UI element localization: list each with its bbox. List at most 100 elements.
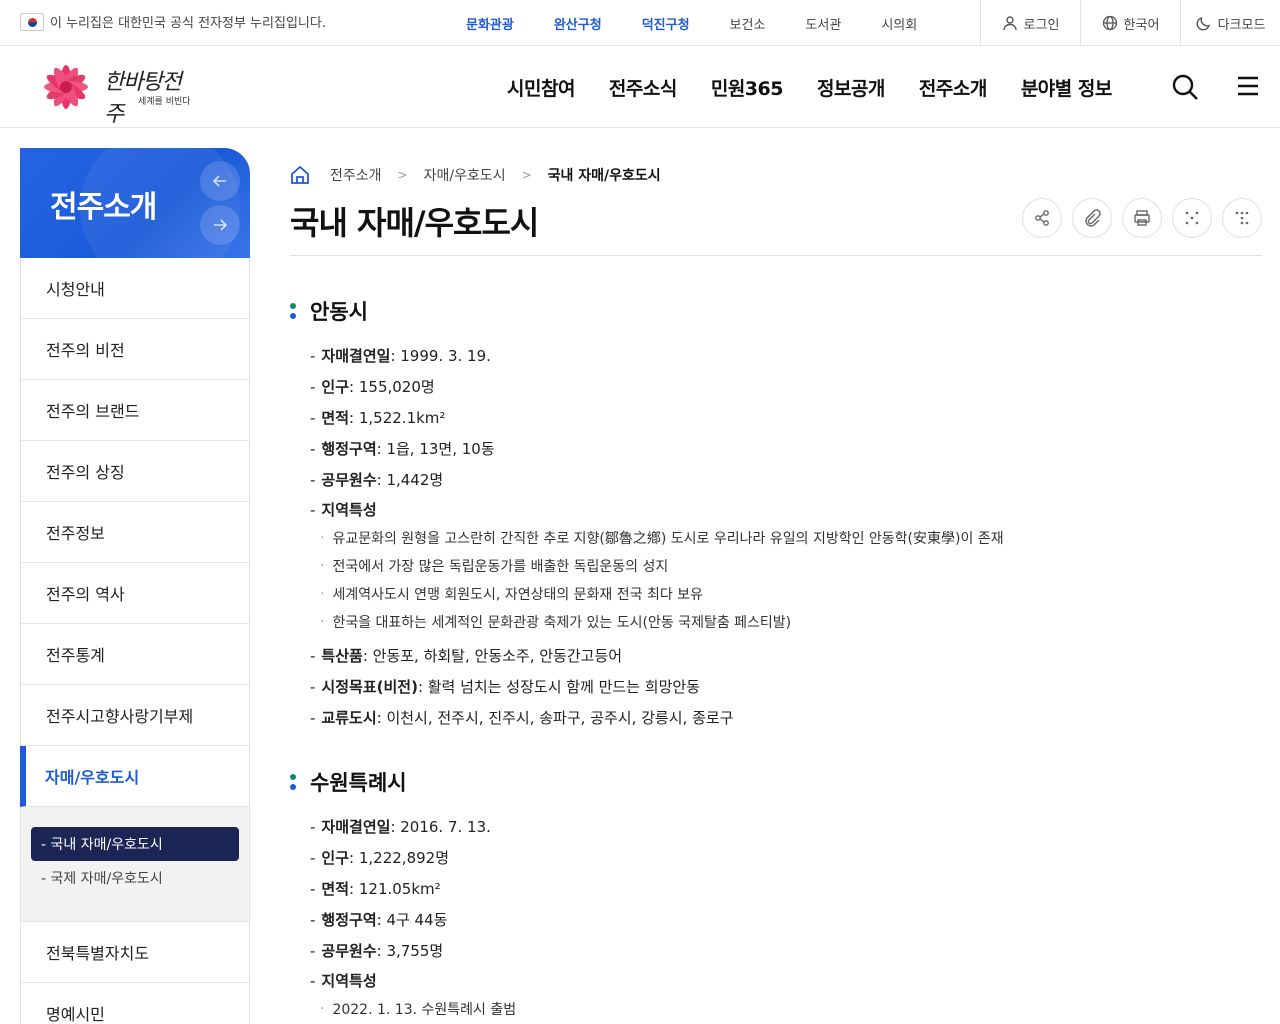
info-label: 행정구역 — [321, 440, 377, 458]
feature-list: 유교문화의 원형을 고스란히 간직한 추로 지향(鄒魯之鄕) 도시로 우리나라 … — [310, 524, 1262, 636]
side-nav-item-statistics[interactable]: 전주통계 — [21, 624, 249, 685]
side-nav-item-vision[interactable]: 전주의 비전 — [21, 319, 249, 380]
gnb-item-about[interactable]: 전주소개 — [902, 74, 1004, 101]
dark-mode-label: 다크모드 — [1217, 17, 1266, 33]
side-nav-list: 시청안내 전주의 비전 전주의 브랜드 전주의 상징 전주정보 전주의 역사 전… — [20, 258, 250, 1024]
page-tools — [1012, 198, 1262, 238]
info-value: : 이천시, 전주시, 진주시, 송파구, 공주시, 강릉시, 종로구 — [376, 709, 734, 727]
side-nav-sub-international[interactable]: - 국제 자매/우호도시 — [31, 861, 239, 895]
login-button[interactable]: 로그인 — [980, 0, 1080, 46]
info-label: 특산품 — [321, 647, 363, 665]
gov-notice-text: 이 누리집은 대한민국 공식 전자정부 누리집입니다. — [50, 16, 326, 31]
section-title: 수원특례시 — [290, 767, 1262, 797]
main-navigation: 시민참여 전주소식 민원365 정보공개 전주소개 분야별 정보 — [490, 46, 1129, 128]
breadcrumb: 전주소개 > 자매/우호도시 > 국내 자매/우호도시 — [290, 164, 661, 186]
prev-menu-button[interactable] — [200, 161, 240, 201]
quick-link-library[interactable]: 도서관 — [785, 14, 861, 33]
gnb-item-news[interactable]: 전주소식 — [592, 74, 694, 101]
site-header: 한바탕전주 세계를 비빈다 시민참여 전주소식 민원365 정보공개 전주소개 … — [0, 46, 1280, 128]
feature-item: 전국에서 가장 많은 독립운동가를 배출한 독립운동의 성지 — [320, 552, 1262, 580]
next-menu-button[interactable] — [200, 205, 240, 245]
hamburger-menu-icon[interactable] — [1236, 74, 1260, 98]
gnb-item-citizen[interactable]: 시민참여 — [490, 74, 592, 101]
side-nav-item-cityhall[interactable]: 시청안내 — [21, 258, 249, 319]
gnb-item-fields[interactable]: 분야별 정보 — [1004, 74, 1129, 101]
info-row: - 행정구역 : 4구 44동 — [310, 910, 448, 930]
feature-item: 한국을 대표하는 세계적인 문화관광 축제가 있는 도시(안동 국제탈춤 페스티… — [320, 608, 1262, 636]
gnb-item-disclosure[interactable]: 정보공개 — [800, 74, 902, 101]
side-nav-submenu: - 국내 자매/우호도시 - 국제 자매/우호도시 — [21, 807, 249, 922]
site-logo[interactable]: 한바탕전주 세계를 비빈다 — [30, 58, 200, 127]
quick-links: 문화관광 완산구청 덕진구청 보건소 도서관 시의회 — [446, 0, 937, 46]
home-icon[interactable] — [290, 165, 310, 185]
info-row: - 공무원수 : 3,755명 — [310, 941, 444, 961]
bullet-dots-icon — [290, 774, 296, 790]
info-label: 면적 — [321, 880, 350, 898]
zoom-out-button[interactable] — [1222, 198, 1262, 238]
print-button[interactable] — [1122, 198, 1162, 238]
info-label: 공무원수 — [321, 942, 377, 960]
arrow-left-icon — [212, 175, 226, 187]
gnb-item-civil[interactable]: 민원365 — [694, 74, 800, 101]
info-row: - 자매결연일 : 1999. 3. 19. — [310, 346, 491, 366]
side-nav-item-brand[interactable]: 전주의 브랜드 — [21, 380, 249, 441]
side-nav-item-hometown-donation[interactable]: 전주시고향사랑기부제 — [21, 685, 249, 746]
shrink-icon — [1235, 211, 1249, 225]
info-value: : 3,755명 — [376, 942, 444, 960]
breadcrumb-item[interactable]: 자매/우호도시 — [424, 165, 506, 185]
expand-icon — [1185, 211, 1199, 225]
side-nav-title: 전주소개 — [50, 190, 157, 225]
feature-item: 세계역사도시 연맹 회원도시, 자연상태의 문화재 전국 최다 보유 — [320, 580, 1262, 608]
info-label: 인구 — [321, 849, 350, 867]
section-title: 안동시 — [290, 296, 1262, 326]
info-value: : 1읍, 13면, 10동 — [376, 440, 495, 458]
share-button[interactable] — [1022, 198, 1062, 238]
language-button[interactable]: 한국어 — [1080, 0, 1180, 46]
city-section-andong: 안동시 - 자매결연일 : 1999. 3. 19. - 인구 : 155,020명… — [290, 296, 1262, 733]
attachment-button[interactable] — [1072, 198, 1112, 238]
feature-list: 2022. 1. 13. 수원특례시 출범 — [310, 995, 1262, 1023]
side-nav-item-jeonbuk[interactable]: 전북특별자치도 — [21, 922, 249, 983]
city-section-suwon: 수원특례시 - 자매결연일 : 2016. 7. 13. - 인구 : 1,222,… — [290, 767, 1262, 1024]
side-nav-item-sister-cities[interactable]: 자매/우호도시 — [20, 746, 249, 807]
side-nav-sub-domestic[interactable]: - 국내 자매/우호도시 — [31, 827, 239, 861]
page-title: 국내 자매/우호도시 — [290, 204, 539, 242]
info-label: 자매결연일 — [321, 347, 391, 365]
info-label: 행정구역 — [321, 911, 377, 929]
info-value: : 121.05km² — [349, 879, 441, 898]
quick-link-council[interactable]: 시의회 — [861, 14, 937, 33]
quick-link-wansan[interactable]: 완산구청 — [534, 14, 622, 33]
feature-item: 유교문화의 원형을 고스란히 간직한 추로 지향(鄒魯之鄕) 도시로 우리나라 … — [320, 524, 1262, 552]
zoom-in-button[interactable] — [1172, 198, 1212, 238]
printer-icon — [1134, 210, 1150, 226]
share-icon — [1035, 210, 1049, 226]
dark-mode-button[interactable]: 다크모드 — [1180, 0, 1280, 46]
info-row: - 면적 : 121.05km² — [310, 879, 441, 899]
info-value: : 활력 넘치는 성장도시 함께 만드는 희망안동 — [417, 678, 701, 696]
quick-link-culture[interactable]: 문화관광 — [446, 14, 534, 33]
section-title-text: 안동시 — [310, 300, 368, 324]
side-nav-item-info[interactable]: 전주정보 — [21, 502, 249, 563]
info-label: 지역특성 — [321, 501, 377, 519]
info-row: - 공무원수 : 1,442명 — [310, 470, 444, 490]
info-value: : 155,020명 — [349, 378, 435, 396]
quick-link-deokjin[interactable]: 덕진구청 — [622, 14, 710, 33]
info-value: : 4구 44동 — [376, 911, 448, 929]
flower-logo-icon — [44, 65, 88, 109]
side-nav-item-honorary-citizen[interactable]: 명예시민 — [21, 983, 249, 1024]
info-value: : 2016. 7. 13. — [390, 817, 491, 836]
side-nav-item-history[interactable]: 전주의 역사 — [21, 563, 249, 624]
quick-link-health[interactable]: 보건소 — [710, 14, 786, 33]
breadcrumb-current: 국내 자매/우호도시 — [547, 168, 661, 184]
info-row: - 교류도시 : 이천시, 전주시, 진주시, 송파구, 공주시, 강릉시, 종로… — [310, 708, 734, 728]
language-label: 한국어 — [1123, 17, 1160, 33]
top-utility-bar: 이 누리집은 대한민국 공식 전자정부 누리집입니다. 문화관광 완산구청 덕진… — [0, 0, 1280, 46]
search-icon[interactable] — [1170, 72, 1200, 102]
info-row: - 인구 : 1,222,892명 — [310, 848, 449, 868]
info-label: 시정목표(비전) — [321, 678, 418, 696]
breadcrumb-item[interactable]: 전주소개 — [330, 165, 382, 185]
side-nav-item-symbol[interactable]: 전주의 상징 — [21, 441, 249, 502]
bullet-dots-icon — [290, 303, 296, 319]
info-value: : 안동포, 하회탈, 안동소주, 안동간고등어 — [362, 647, 623, 665]
moon-icon — [1196, 16, 1210, 31]
